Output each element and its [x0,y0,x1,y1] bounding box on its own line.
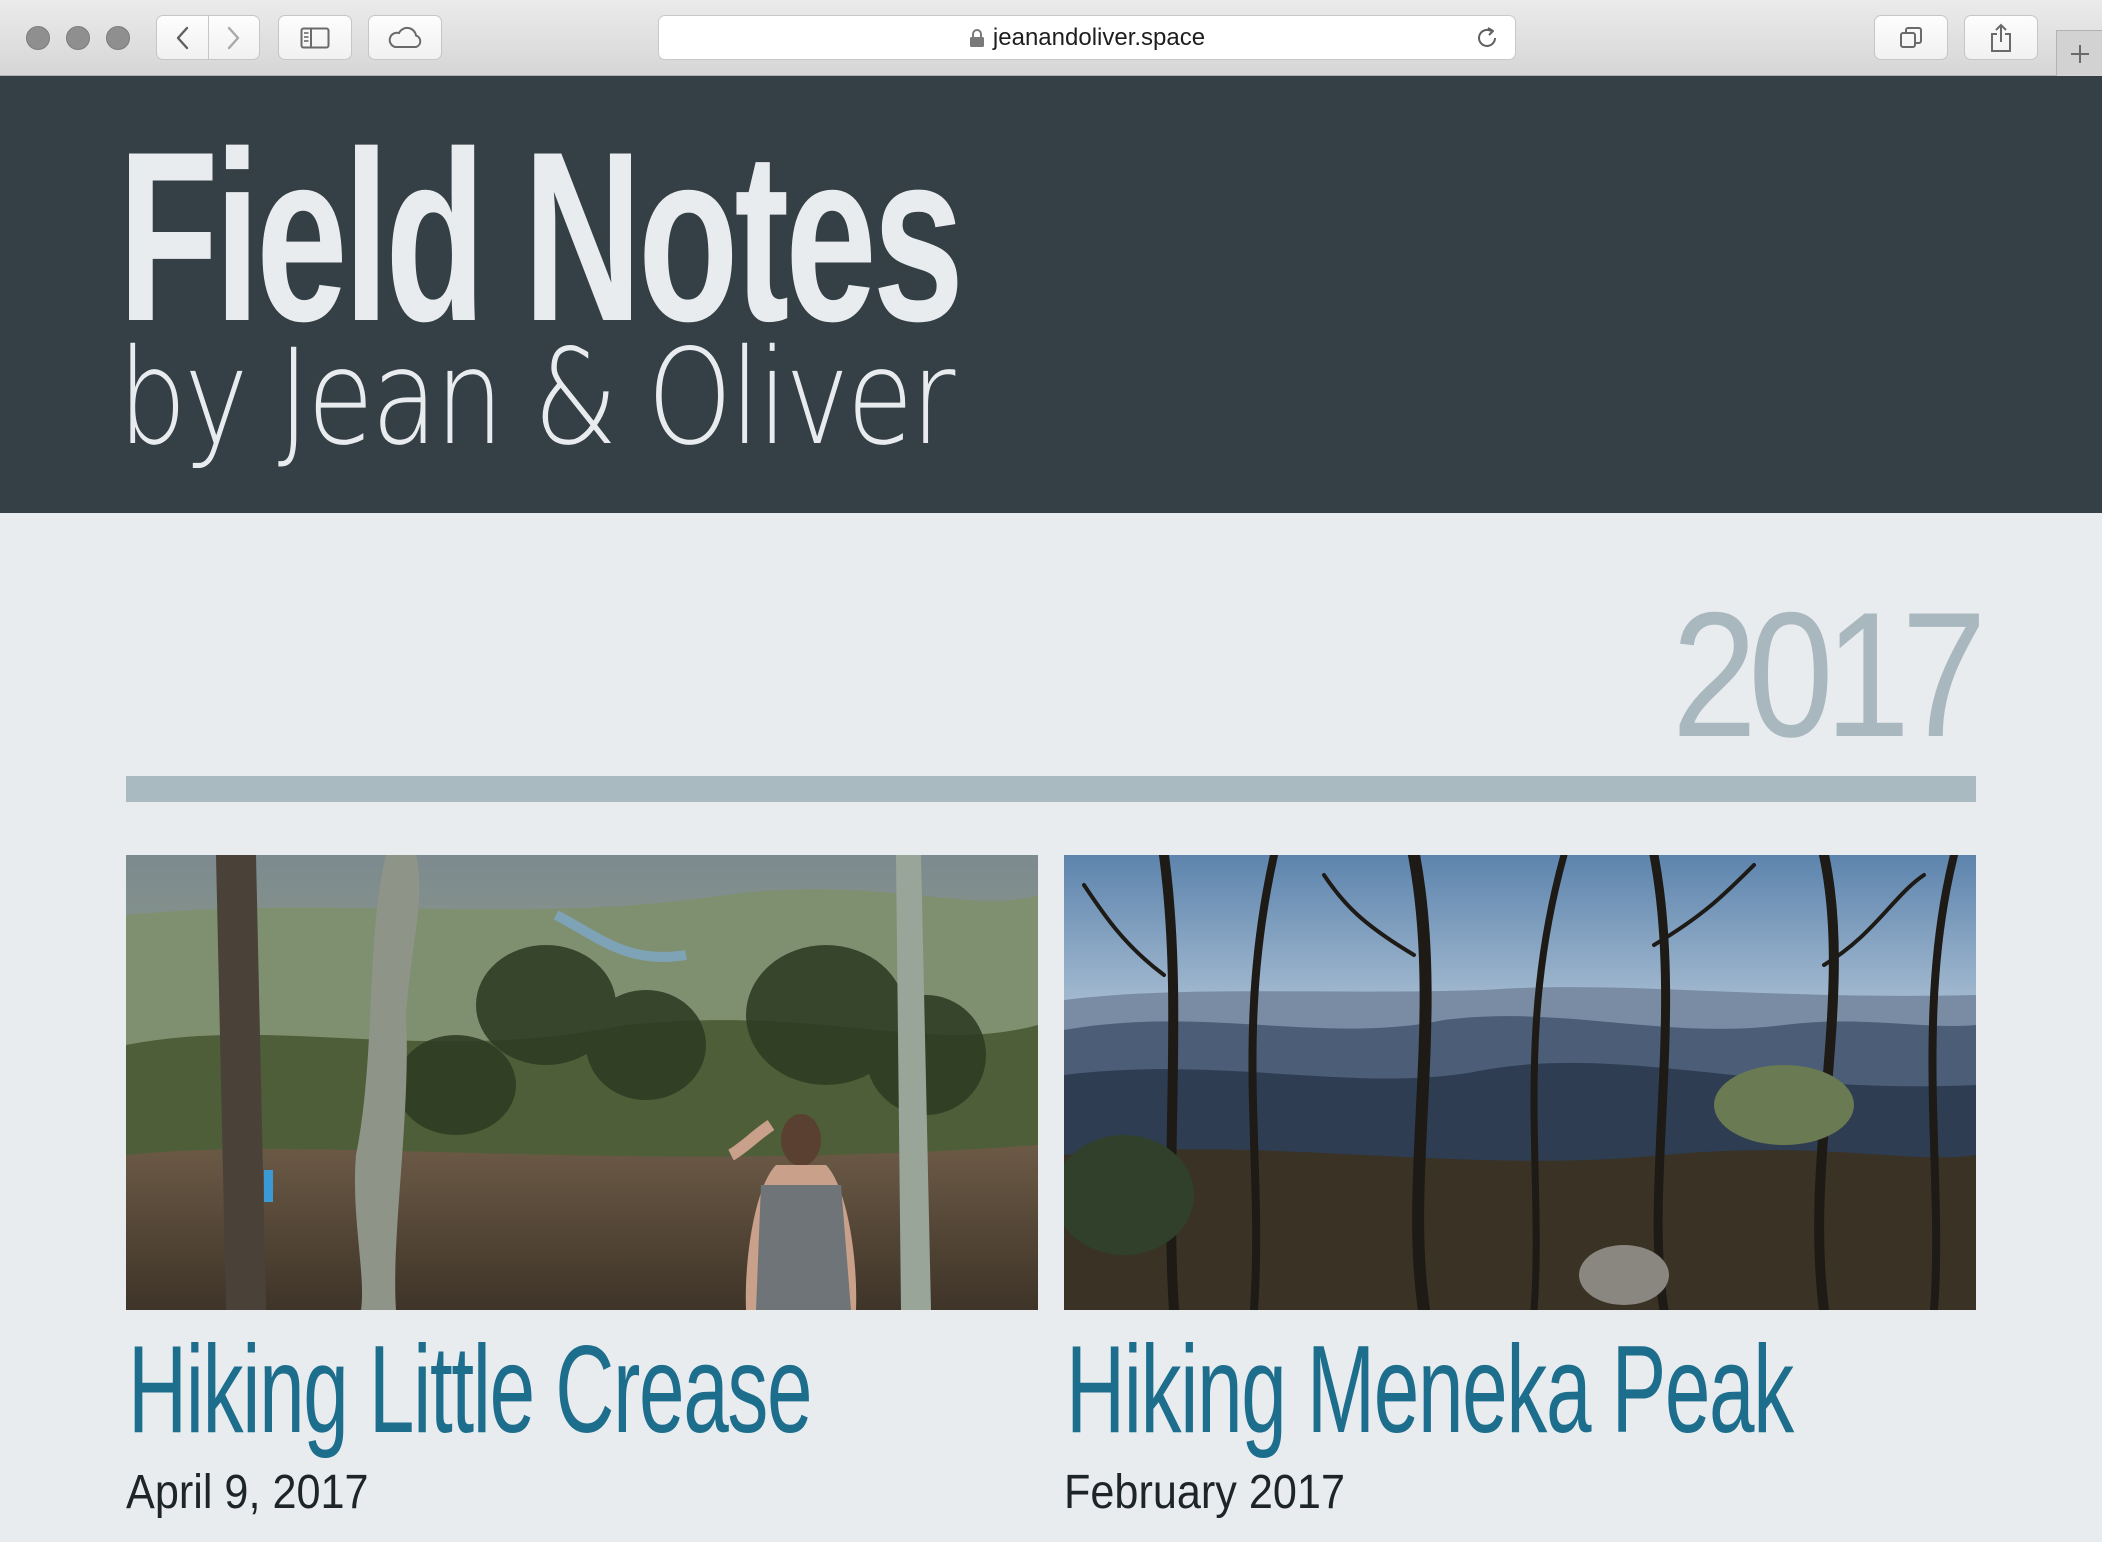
post-title[interactable]: Hiking Meneka Peak [1066,1325,1794,1455]
lock-icon [969,28,984,47]
address-url: jeanandoliver.space [992,23,1206,51]
post-photo-meneka-peak[interactable] [1064,855,1976,1310]
new-tab-icon [2070,44,2089,63]
tabs-overview-button[interactable] [1874,15,1948,60]
post-photo-little-crease[interactable] [126,855,1038,1310]
reload-icon [1478,27,1496,47]
post-date: February 2017 [1064,1466,1345,1519]
icloud-tabs-button[interactable] [368,15,442,60]
site-subtitle: by Jean & Oliver [118,321,955,475]
post-card[interactable]: Hiking Little Crease April 9, 2017 [126,855,1038,1519]
year-divider [126,776,1976,802]
site-header: Field Notes by Jean & Oliver [0,76,2102,513]
back-icon [177,26,189,49]
post-title[interactable]: Hiking Little Crease [128,1325,813,1455]
zoom-window-button[interactable] [106,26,130,50]
browser-toolbar: jeanandoliver.space [0,0,2102,76]
post-date: April 9, 2017 [126,1466,369,1519]
year-heading: 2017 [1671,575,1987,774]
back-button[interactable] [157,16,208,59]
post-card[interactable]: Hiking Meneka Peak February 2017 [1064,855,1976,1519]
forward-button[interactable] [207,16,259,59]
share-icon [1991,23,2011,52]
tabs-overview-icon [1900,26,1922,48]
address-bar[interactable]: jeanandoliver.space [658,15,1516,60]
history-nav [156,15,260,60]
reload-button[interactable] [1475,26,1499,55]
close-window-button[interactable] [26,26,50,50]
sidebar-button[interactable] [278,15,352,60]
forward-icon [227,26,240,49]
share-button[interactable] [1964,15,2038,60]
new-tab-button[interactable] [2056,30,2102,76]
icloud-icon [388,26,422,48]
sidebar-icon [300,27,330,48]
minimize-window-button[interactable] [66,26,90,50]
